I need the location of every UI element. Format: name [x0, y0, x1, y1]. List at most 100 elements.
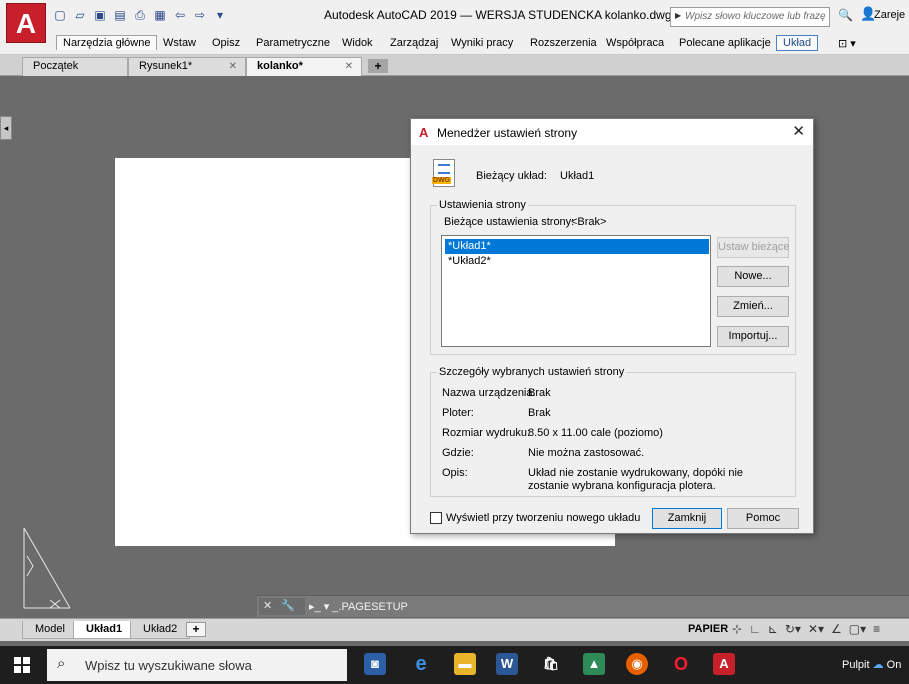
- plotter-value: Brak: [528, 407, 551, 419]
- save-icon[interactable]: ▣: [92, 7, 108, 23]
- tab-home[interactable]: Narzędzia główne: [56, 35, 158, 50]
- windows-taskbar: ⌕ Wpisz tu wyszukiwane słowa ◙ e ▬ W 🛍 ▲…: [0, 646, 909, 684]
- autocad-taskbar-icon[interactable]: A: [713, 653, 735, 675]
- opera-icon[interactable]: O: [670, 653, 692, 675]
- modify-button[interactable]: Zmień...: [717, 296, 789, 317]
- tab-addins[interactable]: Rozszerzenia: [530, 37, 597, 49]
- ortho-icon[interactable]: ⊾: [768, 622, 778, 636]
- search-icon: ⌕: [57, 655, 66, 672]
- taskbar-search-input[interactable]: ⌕ Wpisz tu wyszukiwane słowa: [47, 649, 347, 681]
- tray-cloud-text: On: [886, 659, 902, 671]
- menu-icon[interactable]: ≡: [873, 622, 880, 636]
- autocad-logo-button[interactable]: A: [6, 3, 46, 43]
- current-layout-label: Bieżący układ:: [476, 170, 547, 182]
- new-file-icon[interactable]: ▢: [52, 7, 68, 23]
- list-item[interactable]: *Układ1*: [445, 239, 709, 254]
- tab-manage[interactable]: Zarządzaj: [390, 37, 438, 49]
- close-tab-icon[interactable]: ✕: [229, 61, 237, 72]
- plot-size-value: 8.50 x 11.00 cale (poziomo): [528, 427, 663, 439]
- layout-tab-layout2[interactable]: Układ2: [130, 621, 191, 639]
- document-tab-bar: Początek Rysunek1* ✕ kolanko* ✕ +: [0, 55, 909, 76]
- title-bar: A ▢ ▱ ▣ ▤ ⎙ ▦ ⇦ ⇨ ▾ Autodesk AutoCAD 201…: [0, 0, 909, 43]
- paper-space-toggle[interactable]: PAPIER: [688, 623, 728, 635]
- windows-start-icon[interactable]: [14, 657, 30, 673]
- layout-tab-layout1[interactable]: Układ1: [73, 621, 136, 639]
- import-button[interactable]: Importuj...: [717, 326, 789, 347]
- window-title: Autodesk AutoCAD 2019 — WERSJA STUDENCKA…: [324, 8, 672, 22]
- task-view-icon[interactable]: ◙: [364, 653, 386, 675]
- tab-insert[interactable]: Wstaw: [163, 37, 196, 49]
- ribbon-options-icon[interactable]: ⊡ ▾: [838, 37, 856, 50]
- keyword-search-input[interactable]: ▶ Wpisz słowo kluczowe lub frazę: [670, 7, 830, 27]
- edge-browser-icon[interactable]: e: [410, 653, 432, 675]
- tray-desktop-label: Pulpit ☁ On: [842, 658, 901, 671]
- redo-icon[interactable]: ⇨: [192, 7, 208, 23]
- set-current-button[interactable]: Ustaw bieżące: [717, 237, 790, 258]
- tab-output[interactable]: Wyniki pracy: [451, 37, 513, 49]
- new-button[interactable]: Nowe...: [717, 266, 789, 287]
- plot-size-label: Rozmiar wydruku:: [442, 427, 531, 439]
- taskbar-search-placeholder: Wpisz tu wyszukiwane słowa: [85, 658, 252, 673]
- plot-icon[interactable]: ⎙: [132, 7, 148, 23]
- tab-layout[interactable]: Układ: [776, 35, 819, 51]
- command-line-controls[interactable]: ✕ 🔧: [259, 598, 305, 615]
- plotter-label: Ploter:: [442, 407, 474, 419]
- object-snap-icon[interactable]: ✕▾: [808, 622, 824, 636]
- current-layout-value: Układ1: [560, 170, 595, 182]
- tab-view[interactable]: Widok: [342, 37, 373, 49]
- doctab-kolanko[interactable]: kolanko* ✕: [246, 57, 362, 76]
- device-name-label: Nazwa urządzenia:: [442, 387, 536, 399]
- close-button[interactable]: Zamknij: [652, 508, 722, 529]
- doctab-drawing1[interactable]: Rysunek1* ✕: [128, 57, 246, 76]
- save-as-icon[interactable]: ▤: [112, 7, 128, 23]
- list-item[interactable]: *Układ2*: [445, 254, 709, 269]
- ucs-icon: [23, 527, 71, 609]
- photos-icon[interactable]: ▲: [583, 653, 605, 675]
- viewport-icon[interactable]: ▢▾: [849, 622, 866, 636]
- where-label: Gdzie:: [442, 447, 474, 459]
- binoculars-icon[interactable]: 🔍: [838, 8, 853, 22]
- viewport-controls-tab[interactable]: ◂: [0, 116, 12, 140]
- snap-icon[interactable]: ∟: [749, 622, 761, 636]
- show-on-new-layout-checkbox[interactable]: [430, 512, 442, 524]
- close-icon[interactable]: ✕: [792, 122, 805, 140]
- doctab-start[interactable]: Początek: [22, 57, 128, 76]
- tab-parametric[interactable]: Parametryczne: [256, 37, 330, 49]
- description-label: Opis:: [442, 467, 468, 479]
- show-on-new-layout-label[interactable]: Wyświetl przy tworzeniu nowego układu: [446, 512, 640, 524]
- customize-dropdown-icon[interactable]: ▾: [212, 7, 228, 23]
- cloud-icon[interactable]: ☁: [873, 659, 884, 671]
- doctab-label: Początek: [33, 60, 79, 72]
- tab-featured-apps[interactable]: Polecane aplikacje: [679, 37, 771, 49]
- polar-tracking-icon[interactable]: ↻▾: [785, 622, 801, 636]
- word-icon[interactable]: W: [496, 653, 518, 675]
- angle-icon[interactable]: ∠: [831, 622, 842, 636]
- store-icon[interactable]: 🛍: [540, 653, 562, 675]
- new-drawing-tab-button[interactable]: +: [368, 59, 388, 73]
- quick-access-toolbar: ▢ ▱ ▣ ▤ ⎙ ▦ ⇦ ⇨ ▾: [52, 7, 228, 23]
- add-layout-button[interactable]: +: [186, 622, 206, 637]
- sign-in-link[interactable]: Zareje: [874, 9, 905, 21]
- page-setups-list[interactable]: *Układ1* *Układ2*: [441, 235, 711, 347]
- dialog-title-bar: A Menedżer ustawień strony ✕: [411, 119, 813, 145]
- doctab-label: kolanko*: [257, 60, 303, 72]
- close-tab-icon[interactable]: ✕: [345, 61, 353, 72]
- dwg-file-icon: DWG: [432, 159, 455, 187]
- group-title: Ustawienia strony: [437, 199, 528, 211]
- search-expand-icon[interactable]: ▶: [675, 11, 681, 20]
- autocad-icon: A: [419, 125, 429, 140]
- command-line[interactable]: ✕ 🔧 ▸_ ▾ _.PAGESETUP: [257, 595, 909, 617]
- command-prompt[interactable]: ▸_ ▾ _.PAGESETUP: [309, 600, 408, 613]
- firefox-icon[interactable]: ◉: [626, 653, 648, 675]
- tab-collaborate[interactable]: Współpraca: [606, 37, 664, 49]
- open-file-icon[interactable]: ▱: [72, 7, 88, 23]
- undo-icon[interactable]: ⇦: [172, 7, 188, 23]
- help-button[interactable]: Pomoc: [727, 508, 799, 529]
- grid-icon[interactable]: ⊹: [732, 622, 742, 636]
- layout-tab-bar: Model Układ1 Układ2 + PAPIER ⊹ ∟ ⊾ ↻▾ ✕▾…: [0, 618, 909, 641]
- tab-annotate[interactable]: Opisz: [212, 37, 240, 49]
- group-title: Szczegóły wybranych ustawień strony: [437, 366, 627, 378]
- file-explorer-icon[interactable]: ▬: [454, 653, 476, 675]
- layout-tab-model[interactable]: Model: [22, 621, 78, 639]
- print-icon[interactable]: ▦: [152, 7, 168, 23]
